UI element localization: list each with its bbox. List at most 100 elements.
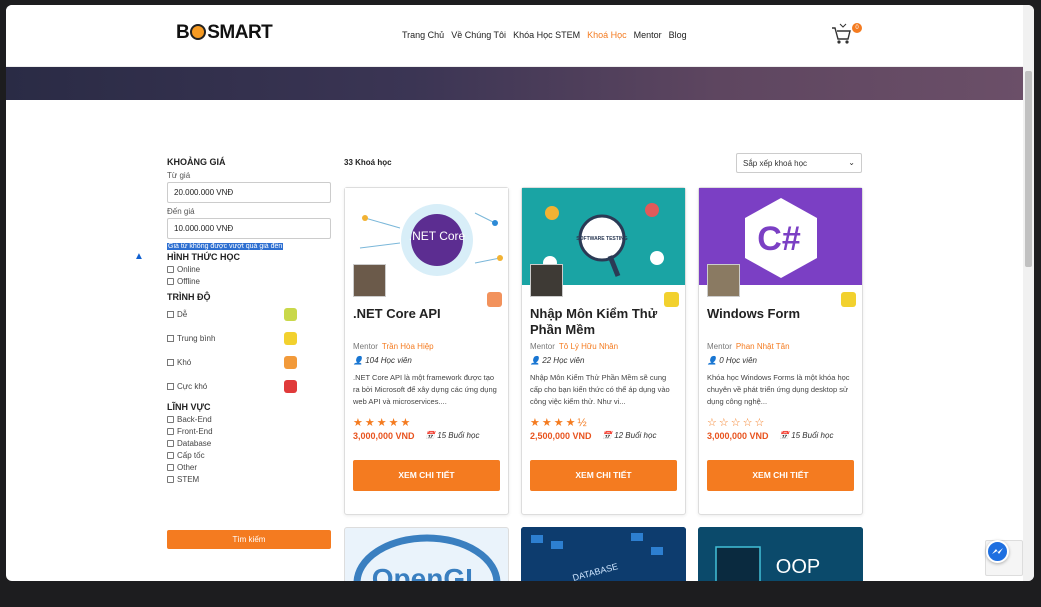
nav-home[interactable]: Trang Chủ xyxy=(402,30,444,40)
mode-online-checkbox[interactable]: Online xyxy=(167,265,333,274)
sessions-count: 12 Buổi học xyxy=(614,431,657,440)
course-count: 33 Khoá học xyxy=(344,158,392,167)
opengl-text: OpenGL xyxy=(372,563,482,581)
search-button[interactable]: Tìm kiếm xyxy=(167,530,331,549)
cart-icon[interactable] xyxy=(830,22,852,46)
medium-level-icon xyxy=(284,331,297,345)
field-filter-title: LĨNH VỰC xyxy=(167,402,211,412)
rating-stars: ★★★★½ xyxy=(530,417,589,429)
field-intensive-label: Cấp tốc xyxy=(177,451,205,460)
scrollbar-thumb[interactable] xyxy=(1025,71,1032,267)
mode-online-label: Online xyxy=(177,265,201,274)
messenger-chat-icon[interactable] xyxy=(986,540,1009,563)
from-price-input[interactable]: 20.000.000 VNĐ xyxy=(167,182,331,203)
nav-about[interactable]: Về Chúng Tôi xyxy=(451,30,506,40)
mentor-avatar xyxy=(530,264,563,297)
field-other-label: Other xyxy=(177,463,198,472)
mentor-name[interactable]: Trần Hòa Hiệp xyxy=(382,342,434,351)
level-medium-checkbox[interactable]: Trung bình xyxy=(167,326,333,350)
field-frontend-label: Front-End xyxy=(177,427,213,436)
hard-level-icon xyxy=(284,355,297,369)
testing-logo-text: SOFTWARE TESTING xyxy=(576,236,628,242)
field-backend-label: Back-End xyxy=(177,415,212,424)
course-card-database[interactable]: DATABASE xyxy=(521,527,686,581)
course-description: Nhập Môn Kiểm Thử Phần Mềm sẽ cung cấp c… xyxy=(530,373,670,406)
field-stem-checkbox[interactable]: STEM xyxy=(167,475,333,484)
course-image-oop: OOP xyxy=(698,527,863,581)
browser-window: B SMART Trang Chủ Về Chúng Tôi Khóa Học S… xyxy=(6,5,1034,581)
checkbox-icon xyxy=(167,310,174,318)
level-hard-label: Khó xyxy=(177,357,192,367)
course-title[interactable]: Windows Form xyxy=(707,306,847,322)
view-detail-button[interactable]: XEM CHI TIẾT xyxy=(353,460,500,491)
nav-mentor[interactable]: Mentor xyxy=(634,30,662,40)
from-price-label: Từ giá xyxy=(167,171,191,180)
main-nav: Trang Chủ Về Chúng Tôi Khóa Học STEM Kho… xyxy=(402,30,687,40)
oop-text: OOP xyxy=(776,556,820,578)
course-mentor: Mentor Tô Lý Hữu Nhân xyxy=(530,342,618,351)
mentor-name[interactable]: Phan Nhật Tân xyxy=(736,342,790,351)
mode-offline-label: Offline xyxy=(177,277,200,286)
view-detail-button[interactable]: XEM CHI TIẾT xyxy=(530,460,677,491)
nav-stem[interactable]: Khóa Học STEM xyxy=(513,30,580,40)
checkbox-icon xyxy=(167,440,174,447)
field-database-checkbox[interactable]: Database xyxy=(167,439,333,448)
course-card-opengl[interactable]: OpenGL xyxy=(344,527,509,581)
course-card-oop[interactable]: OOP xyxy=(698,527,863,581)
level-hard-checkbox[interactable]: Khó xyxy=(167,350,333,374)
course-sessions: 📅 12 Buổi học xyxy=(602,431,657,440)
level-filter-title: TRÌNH ĐỘ xyxy=(167,292,211,302)
checkbox-icon xyxy=(167,452,174,459)
mode-offline-checkbox[interactable]: Offline xyxy=(167,277,333,286)
students-count: 22 Học viên xyxy=(542,356,585,365)
course-price: 3,000,000 VND xyxy=(353,431,415,441)
checkbox-icon xyxy=(167,266,174,273)
mentor-avatar xyxy=(353,264,386,297)
course-price: 3,000,000 VND xyxy=(707,431,769,441)
mentor-name[interactable]: Tô Lý Hữu Nhân xyxy=(559,342,618,351)
level-easy-label: Dễ xyxy=(177,309,188,319)
mentor-label: Mentor xyxy=(707,342,732,351)
course-title[interactable]: Nhập Môn Kiểm Thử Phần Mềm xyxy=(530,306,670,338)
mentor-avatar xyxy=(707,264,740,297)
nav-courses[interactable]: Khoá Học xyxy=(587,30,627,40)
price-filter-title: KHOẢNG GIÁ xyxy=(167,157,226,167)
students-count: 0 Học viên xyxy=(719,356,757,365)
filter-sidebar: KHOẢNG GIÁ Từ giá 20.000.000 VNĐ Đến giá… xyxy=(167,157,333,484)
course-description: .NET Core API là một framework được tạo … xyxy=(353,373,497,406)
hero-banner xyxy=(6,67,1023,100)
mentor-label: Mentor xyxy=(353,342,378,351)
to-price-input[interactable]: 10.000.000 VNĐ xyxy=(167,218,331,239)
brand-logo[interactable]: B SMART xyxy=(176,22,273,44)
course-students: 👤 22 Học viên xyxy=(530,356,585,365)
level-easy-checkbox[interactable]: Dễ xyxy=(167,302,333,326)
sort-select[interactable]: Sắp xếp khoá học ⌄ xyxy=(736,153,862,173)
level-very-hard-checkbox[interactable]: Cực khó xyxy=(167,374,333,398)
course-mentor: Mentor Phan Nhật Tân xyxy=(707,342,790,351)
csharp-logo-text: C# xyxy=(757,220,801,258)
checkbox-icon xyxy=(167,428,174,435)
hard-level-icon xyxy=(487,292,502,307)
students-count: 104 Học viên xyxy=(365,356,412,365)
checkbox-icon xyxy=(167,416,174,423)
sessions-count: 15 Buổi học xyxy=(437,431,480,440)
chevron-down-icon: ⌄ xyxy=(848,158,855,167)
view-detail-button[interactable]: XEM CHI TIẾT xyxy=(707,460,854,491)
field-frontend-checkbox[interactable]: Front-End xyxy=(167,427,333,436)
cart-count-badge: 0 xyxy=(852,23,862,33)
logo-right: SMART xyxy=(207,22,273,43)
level-very-hard-label: Cực khó xyxy=(177,381,208,391)
field-other-checkbox[interactable]: Other xyxy=(167,463,333,472)
dotnet-logo-text: .NET Core xyxy=(409,229,466,243)
course-image-database: DATABASE xyxy=(521,527,686,581)
field-backend-checkbox[interactable]: Back-End xyxy=(167,415,333,424)
nav-blog[interactable]: Blog xyxy=(669,30,687,40)
course-title[interactable]: .NET Core API xyxy=(353,306,493,322)
course-card[interactable]: C# Windows Form Mentor Phan Nhật Tân 👤 0 … xyxy=(698,187,863,515)
course-card[interactable]: .NET Core .NET Core API Mentor Trần Hòa H… xyxy=(344,187,509,515)
field-intensive-checkbox[interactable]: Cấp tốc xyxy=(167,451,333,460)
medium-level-icon xyxy=(841,292,856,307)
course-card[interactable]: SOFTWARE TESTING Nhập Môn Kiểm Thử Phần … xyxy=(521,187,686,515)
checkbox-icon xyxy=(167,464,174,471)
very-hard-level-icon xyxy=(284,379,297,393)
